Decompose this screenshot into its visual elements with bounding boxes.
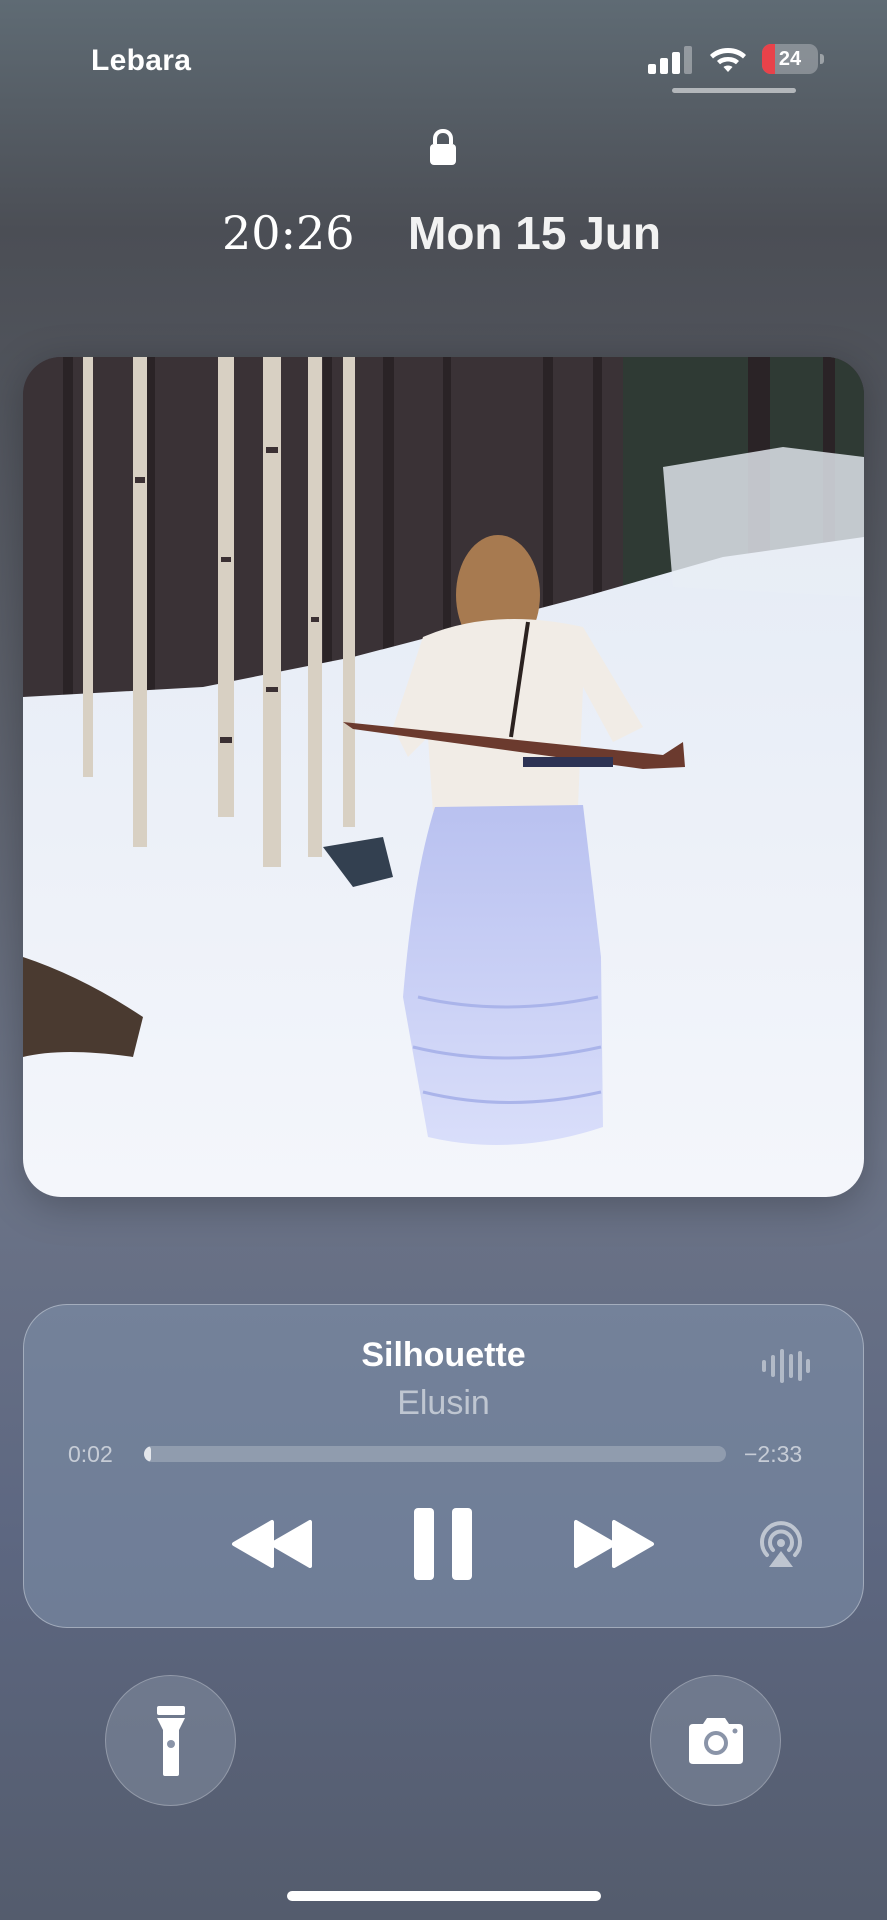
song-artist[interactable]: Elusin: [0, 1384, 887, 1423]
elapsed-time: 0:02: [68, 1441, 113, 1467]
remaining-time: −2:33: [744, 1441, 803, 1467]
playback-progress: [144, 1446, 151, 1462]
lock-icon: [430, 128, 456, 165]
fast-forward-button[interactable]: [572, 1518, 656, 1570]
waveform-icon[interactable]: [760, 1348, 812, 1384]
control-center-handle[interactable]: [672, 88, 796, 93]
home-indicator[interactable]: [287, 1891, 601, 1901]
song-title[interactable]: Silhouette: [0, 1336, 887, 1375]
rewind-icon: [232, 1520, 312, 1568]
playback-scrubber[interactable]: [144, 1446, 726, 1462]
album-artwork[interactable]: [23, 357, 864, 1197]
flashlight-icon: [156, 1705, 185, 1776]
battery-icon: 24: [762, 44, 826, 74]
pause-button[interactable]: [412, 1506, 474, 1582]
clock-time: 20:26: [222, 206, 355, 260]
signal-strength-icon: [648, 46, 692, 74]
pause-icon: [414, 1508, 472, 1580]
fast-forward-icon: [574, 1520, 654, 1568]
battery-percentage: 24: [778, 48, 802, 70]
carrier-name: Lebara: [91, 44, 192, 77]
camera-button[interactable]: [650, 1675, 781, 1806]
flashlight-button[interactable]: [105, 1675, 236, 1806]
rewind-button[interactable]: [230, 1518, 314, 1570]
clock-date: Mon 15 Jun: [408, 207, 662, 259]
camera-icon: [688, 1717, 743, 1764]
airplay-button[interactable]: [756, 1519, 806, 1569]
airplay-icon: [760, 1521, 802, 1567]
wifi-icon: [710, 48, 746, 72]
